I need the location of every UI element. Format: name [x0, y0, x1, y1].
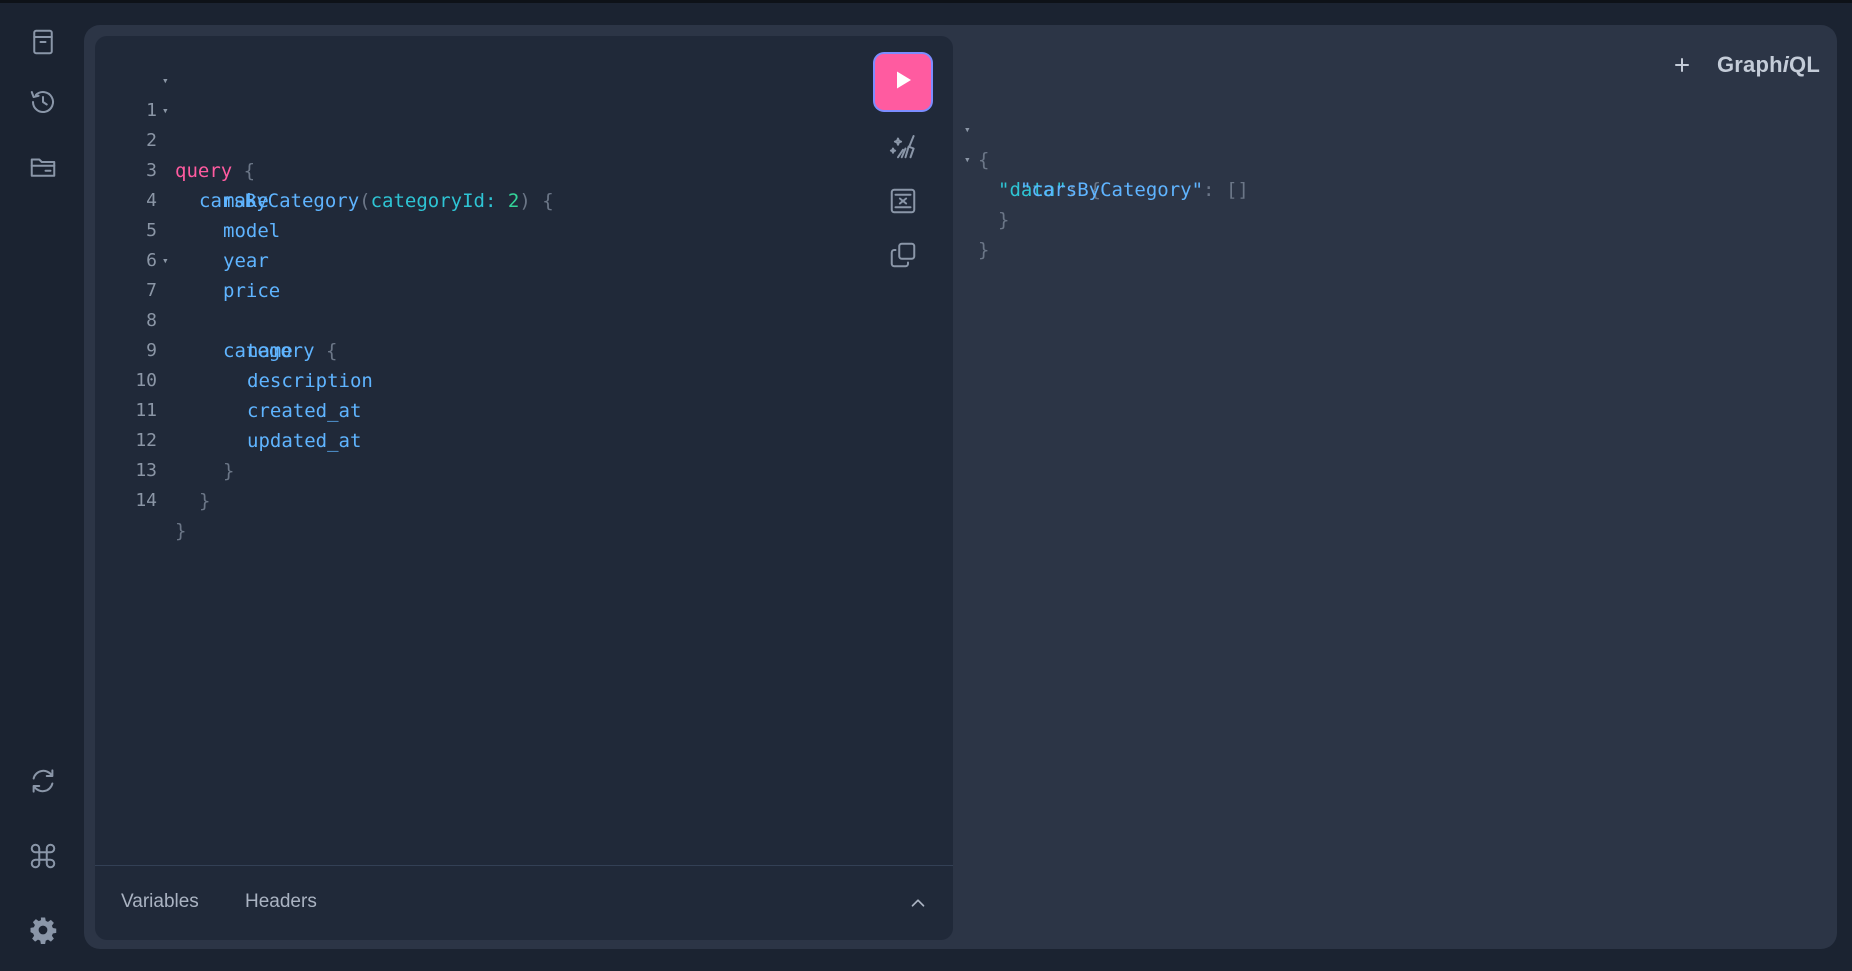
session-header: GraphiQL — [1667, 45, 1820, 85]
fold-toggle[interactable]: ▾ — [162, 246, 169, 276]
refresh-schema-button[interactable] — [22, 762, 64, 804]
code-line: 1 ▾ query { — [95, 66, 855, 182]
settings-button[interactable] — [22, 911, 64, 953]
command-key-icon — [28, 841, 58, 876]
gear-icon — [28, 915, 58, 950]
result-viewer[interactable]: ▾ { ▾ "data": { "carsByCategory": [] } } — [964, 85, 1824, 905]
code-line: 6 price — [95, 216, 855, 302]
plus-icon — [1674, 58, 1689, 72]
tab-variables[interactable]: Variables — [121, 891, 199, 913]
play-icon — [891, 68, 915, 97]
code-line: 14 } — [95, 456, 855, 542]
shortcuts-button[interactable] — [22, 837, 64, 879]
copy-query-button[interactable] — [883, 237, 923, 277]
result-line: } — [964, 175, 1824, 231]
history-button[interactable] — [22, 83, 64, 125]
code-line: 9 description — [95, 306, 855, 392]
logo-part: QL — [1789, 52, 1820, 77]
result-line: ▾ { — [964, 85, 1824, 171]
history-icon — [28, 87, 58, 122]
prettify-button[interactable] — [883, 128, 923, 168]
docs-icon — [28, 27, 58, 62]
brace: } — [978, 239, 990, 261]
code-line: 7 ▾ category { — [95, 246, 855, 362]
logo-part: Graph — [1716, 52, 1783, 77]
magic-wand-icon — [888, 131, 918, 166]
add-tab-button[interactable] — [1667, 50, 1697, 80]
brace: } — [199, 490, 211, 512]
result-line: "carsByCategory": [] — [964, 145, 1824, 201]
explorer-button[interactable] — [22, 148, 64, 190]
code-line: 10 created_at — [95, 336, 855, 422]
sidebar — [0, 3, 84, 971]
code-line: 2 ▾ carsByCategory(categoryId: 2) { — [95, 96, 855, 212]
code-line: 12 } — [95, 396, 855, 482]
result-line: } — [964, 205, 1824, 261]
brace: } — [175, 520, 187, 542]
copy-icon — [888, 240, 918, 275]
fold-toggle[interactable]: ▾ — [162, 66, 169, 96]
merge-fragments-button[interactable] — [883, 183, 923, 223]
code-line: 13 } — [95, 426, 855, 512]
editor-tools-bar: Variables Headers — [95, 865, 953, 940]
result-line: ▾ "data": { — [964, 115, 1824, 201]
query-editor[interactable]: 1 ▾ query { 2 ▾ carsByCategory(categoryI… — [95, 66, 855, 542]
line-number: 14 — [135, 490, 157, 511]
main-session: 1 ▾ query { 2 ▾ carsByCategory(categoryI… — [84, 25, 1837, 949]
chevron-up-icon[interactable] — [907, 892, 929, 914]
explorer-icon — [28, 152, 58, 187]
tab-headers[interactable]: Headers — [245, 891, 317, 913]
code-line: 3 make — [95, 126, 855, 212]
code-line: 11 updated_at — [95, 366, 855, 452]
fold-toggle[interactable]: ▾ — [162, 96, 169, 126]
docs-button[interactable] — [22, 23, 64, 65]
code-line: 4 model — [95, 156, 855, 242]
query-editor-panel: 1 ▾ query { 2 ▾ carsByCategory(categoryI… — [95, 36, 953, 940]
merge-icon — [888, 186, 918, 221]
execute-query-button[interactable] — [875, 54, 931, 110]
code-line: 8 name — [95, 276, 855, 362]
window-top-border — [0, 0, 1852, 3]
refresh-icon — [28, 766, 58, 801]
graphiql-logo: GraphiQL — [1717, 52, 1820, 78]
code-line: 5 year — [95, 186, 855, 272]
